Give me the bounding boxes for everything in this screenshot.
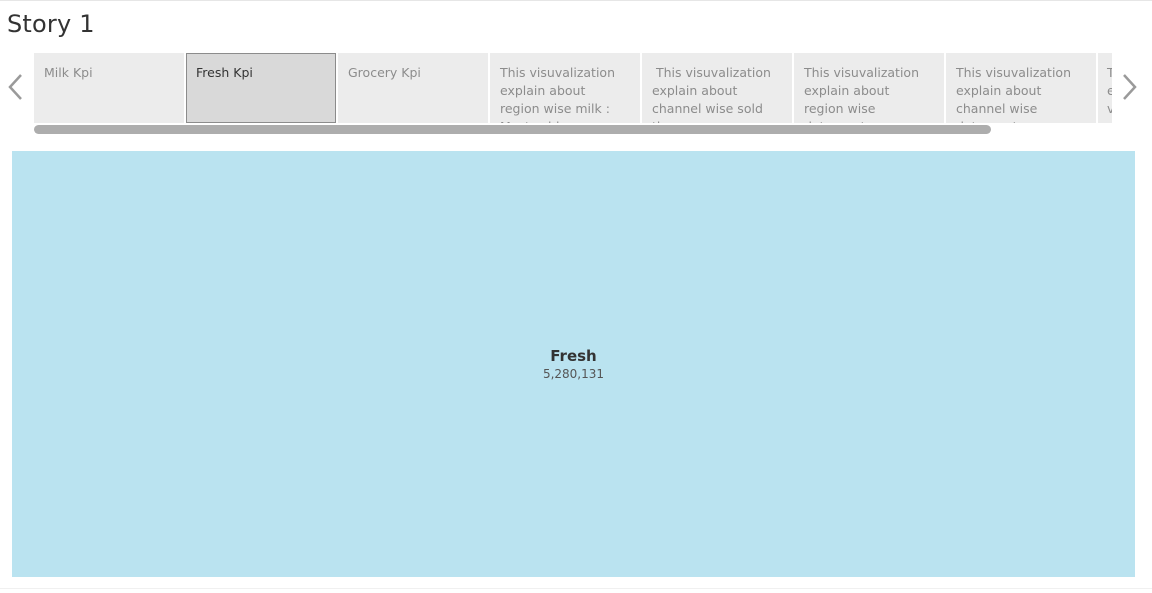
chevron-left-icon	[8, 74, 22, 100]
treemap-label: Fresh 5,280,131	[12, 347, 1135, 383]
story-point-channel-detergent[interactable]: This visuvalization explain about channe…	[946, 53, 1096, 123]
treemap-category-label: Fresh	[550, 347, 597, 365]
chevron-right-icon	[1123, 74, 1137, 100]
treemap-value-label: 5,280,131	[542, 367, 605, 381]
story-point-caption: Fresh Kpi	[196, 65, 253, 80]
story-point-caption: T e v	[1107, 65, 1112, 116]
story-point-caption: This visuvalization explain about region…	[500, 65, 615, 123]
story-point-region-milk[interactable]: This visuvalization explain about region…	[490, 53, 640, 123]
story-point-partial[interactable]: T e v	[1098, 53, 1112, 123]
top-border	[0, 0, 1152, 1]
story-point-caption: Milk Kpi	[44, 65, 93, 80]
story-point-caption: This visuvalization explain about channe…	[956, 65, 1071, 123]
story-point-caption: This visuvalization explain about channe…	[652, 65, 771, 123]
story-point-caption: Grocery Kpi	[348, 65, 421, 80]
story-title: Story 1	[7, 10, 95, 38]
story-point-fresh-kpi[interactable]: Fresh Kpi	[186, 53, 336, 123]
story-point-milk-kpi[interactable]: Milk Kpi	[34, 53, 184, 123]
next-point-button[interactable]	[1121, 72, 1139, 102]
treemap-tile-fresh[interactable]: Fresh 5,280,131	[12, 151, 1135, 577]
story-point-grocery-kpi[interactable]: Grocery Kpi	[338, 53, 488, 123]
bottom-border	[0, 588, 1152, 589]
story-point-region-detergent[interactable]: This visuvalization explain about region…	[794, 53, 944, 123]
story-points-strip: Milk Kpi Fresh Kpi Grocery Kpi This visu…	[34, 53, 1112, 124]
previous-point-button[interactable]	[6, 72, 24, 102]
story-point-caption: This visuvalization explain about region…	[804, 65, 919, 123]
story-point-channel-sold[interactable]: This visuvalization explain about channe…	[642, 53, 792, 123]
story-points-scrollbar[interactable]	[34, 125, 991, 134]
